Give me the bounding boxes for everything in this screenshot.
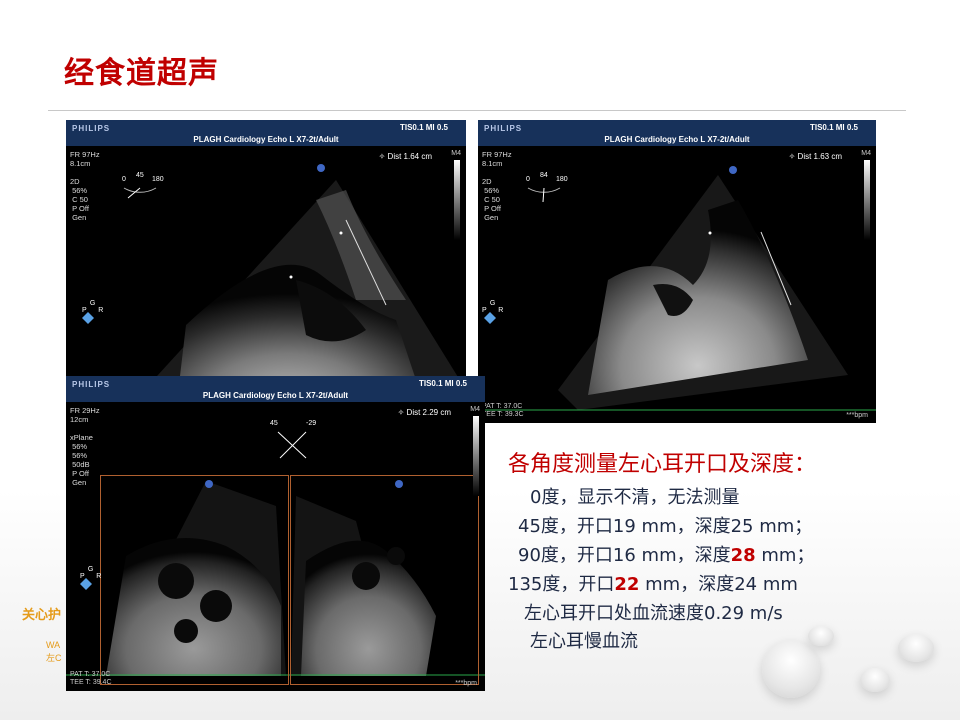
- temperature-readout: PAT T: 37.0C TEE T: 39.4C: [70, 671, 112, 687]
- measurement-90deg: 90度，开口16 mm，深度28 mm；: [518, 541, 814, 567]
- background-caption-1: WA: [46, 640, 61, 650]
- measurement-135deg: 135度，开口22 mm，深度24 mm: [508, 570, 798, 596]
- decorative-sphere-large: [762, 640, 820, 698]
- tee-temperature: TEE T: 39.3C: [482, 411, 524, 418]
- measurement-0deg: 0度，显示不清，无法测量: [530, 487, 740, 508]
- measurement-90deg-depth: 28: [730, 545, 756, 566]
- echo-image-84deg: PHILIPS TIS0.1 MI 0.5 PLAGH Cardiology E…: [478, 120, 876, 423]
- title-divider: [48, 110, 906, 111]
- background-slogan: 关心护: [22, 607, 62, 622]
- slow-flow-note: 左心耳慢血流: [530, 631, 638, 652]
- flow-velocity: 左心耳开口处血流速度0.29 m/s: [524, 603, 783, 624]
- decorative-cap-right: [898, 634, 934, 662]
- measurement-45deg: 45度，开口19 mm，深度25 mm；: [518, 516, 813, 537]
- patient-temperature: PAT T: 37.0C: [70, 671, 111, 678]
- decorative-cap-bottom: [860, 668, 890, 692]
- measurement-135deg-opening: 22: [614, 574, 640, 595]
- orientation-diamond-icon: [484, 312, 496, 324]
- measurement-heading: 各角度测量左心耳开口及深度：: [508, 452, 817, 477]
- patient-temperature: PAT T: 37.0C: [482, 403, 523, 410]
- tee-temperature: TEE T: 39.4C: [70, 679, 112, 686]
- echo-image-xplane: PHILIPS TIS0.1 MI 0.5 PLAGH Cardiology E…: [66, 376, 485, 691]
- orientation-diamond-icon: [82, 312, 94, 324]
- decorative-cap-small: [808, 626, 834, 646]
- measurement-135deg-rest: mm，深度24 mm: [639, 574, 798, 595]
- measurement-90deg-text: 90度，开口16 mm，深度: [518, 545, 731, 566]
- measurement-90deg-unit: mm；: [755, 545, 815, 566]
- temperature-readout: PAT T: 37.0C TEE T: 39.3C: [482, 403, 524, 419]
- heart-rate-readout: ***bpm: [846, 412, 868, 419]
- measurement-135deg-text: 135度，开口: [508, 574, 615, 595]
- orientation-diamond-icon: [80, 578, 92, 590]
- echo-image-45deg: PHILIPS TIS0.1 MI 0.5 PLAGH Cardiology E…: [66, 120, 466, 410]
- background-caption-2: 左C: [46, 653, 62, 663]
- slide-title: 经食道超声: [64, 56, 219, 91]
- heart-rate-readout: ***bpm: [455, 680, 477, 687]
